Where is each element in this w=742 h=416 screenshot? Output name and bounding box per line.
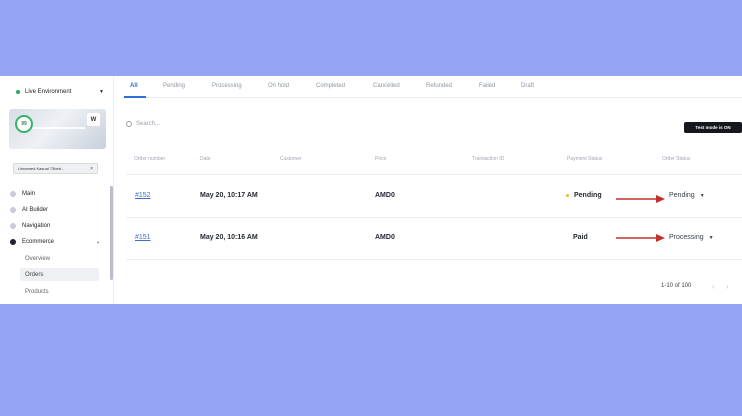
test-mode-badge: Test mode is ON xyxy=(684,122,742,133)
sidebar-subitem-orders[interactable]: Orders xyxy=(20,268,99,281)
tab-all[interactable]: All xyxy=(130,83,138,89)
payment-status-label: Pending xyxy=(574,192,602,199)
site-preview[interactable]: 99 W xyxy=(9,109,106,149)
tab-refunded[interactable]: Refunded xyxy=(426,83,452,89)
tab-processing[interactable]: Processing xyxy=(212,83,242,89)
order-status-label: Processing xyxy=(669,234,704,241)
order-status-label: Pending xyxy=(669,192,695,199)
wordpress-icon[interactable]: W xyxy=(87,113,100,126)
payment-status: Pending xyxy=(566,192,602,199)
tab-draft[interactable]: Draft xyxy=(521,83,534,89)
sidebar-subitem-label: Orders xyxy=(25,271,44,278)
chevron-down-icon: ▼ xyxy=(96,239,100,245)
chevron-down-icon: ▼ xyxy=(99,89,104,95)
column-header-order-number[interactable]: Order number xyxy=(134,156,165,162)
pagination-range: 1-10 of 100 xyxy=(661,283,692,289)
row-divider xyxy=(126,217,742,218)
payment-status: Paid xyxy=(573,234,588,241)
preview-decoration xyxy=(25,127,85,129)
sidebar-subitem-overview[interactable]: Overview xyxy=(20,252,99,265)
sidebar-item-ecommerce[interactable]: Ecommerce ▼ xyxy=(10,235,100,249)
status-tabs: All Pending Processing On hold Completed… xyxy=(122,76,742,98)
sidebar-item-main[interactable]: Main xyxy=(10,187,100,201)
order-status-dropdown[interactable]: Processing ▼ xyxy=(669,234,714,241)
performance-score: 99 xyxy=(15,115,33,133)
row-divider xyxy=(126,259,742,260)
sidebar-subitem-label: Products xyxy=(25,288,49,295)
order-status-dropdown[interactable]: Pending ▼ xyxy=(669,192,705,199)
row-divider xyxy=(126,174,742,175)
order-price: AMD0 xyxy=(375,234,395,241)
tab-completed[interactable]: Completed xyxy=(316,83,345,89)
order-date: May 20, 10:16 AM xyxy=(200,234,258,241)
annotation-arrow-icon xyxy=(616,195,665,203)
close-icon[interactable]: × xyxy=(90,166,93,172)
orders-panel: All Pending Processing On hold Completed… xyxy=(122,76,742,304)
environment-switcher[interactable]: Live Environment ▼ xyxy=(12,86,104,98)
search-placeholder: Search... xyxy=(136,121,161,127)
app-window: Live Environment ▼ 99 W Unnamed Kasual 7… xyxy=(0,76,742,304)
navigation-icon xyxy=(10,223,16,229)
store-chip-label: Unnamed Kasual 73beb... xyxy=(18,166,65,171)
column-header-transaction-id[interactable]: Transaction ID xyxy=(472,156,504,162)
ecommerce-icon xyxy=(10,239,16,245)
sidebar-item-label: Main xyxy=(22,191,36,197)
column-header-price[interactable]: Price xyxy=(375,156,386,162)
tab-failed[interactable]: Failed xyxy=(479,83,495,89)
column-header-date[interactable]: Date xyxy=(200,156,211,162)
sidebar-item-navigation[interactable]: Navigation xyxy=(10,219,100,233)
prev-page-icon[interactable]: ‹ xyxy=(712,282,715,291)
status-dot-icon xyxy=(16,90,20,94)
ai-builder-icon xyxy=(10,207,16,213)
active-tab-indicator xyxy=(124,96,146,98)
sidebar-item-label: AI Builder xyxy=(22,207,49,213)
order-price: AMD0 xyxy=(375,192,395,199)
sidebar: Live Environment ▼ 99 W Unnamed Kasual 7… xyxy=(0,76,114,304)
next-page-icon[interactable]: › xyxy=(726,282,729,291)
payment-status-label: Paid xyxy=(573,234,588,241)
main-icon xyxy=(10,191,16,197)
column-header-payment-status[interactable]: Payment Status xyxy=(567,156,602,162)
tab-cancelled[interactable]: Cancelled xyxy=(373,83,400,89)
column-header-customer[interactable]: Customer xyxy=(280,156,302,162)
sidebar-item-label: Ecommerce xyxy=(22,239,55,245)
column-header-order-status[interactable]: Order Status xyxy=(662,156,690,162)
pending-dot-icon xyxy=(566,194,569,197)
sidebar-item-ai-builder[interactable]: AI Builder xyxy=(10,203,100,217)
order-date: May 20, 10:17 AM xyxy=(200,192,258,199)
environment-label: Live Environment xyxy=(25,89,72,95)
sidebar-subitem-products[interactable]: Products xyxy=(20,285,99,298)
search-icon xyxy=(126,121,132,127)
sidebar-item-label: Navigation xyxy=(22,223,51,229)
tab-pending[interactable]: Pending xyxy=(163,83,185,89)
tab-on-hold[interactable]: On hold xyxy=(268,83,289,89)
search-input[interactable]: Search... xyxy=(126,118,222,130)
order-number-link[interactable]: #151 xyxy=(135,234,151,241)
chevron-down-icon: ▼ xyxy=(699,192,705,199)
chevron-down-icon: ▼ xyxy=(708,234,714,241)
order-number-link[interactable]: #152 xyxy=(135,192,151,199)
sidebar-scrollbar[interactable] xyxy=(110,186,113,280)
store-chip[interactable]: Unnamed Kasual 73beb... × xyxy=(13,163,98,174)
annotation-arrow-icon xyxy=(616,234,665,242)
sidebar-subitem-label: Overview xyxy=(25,255,51,262)
